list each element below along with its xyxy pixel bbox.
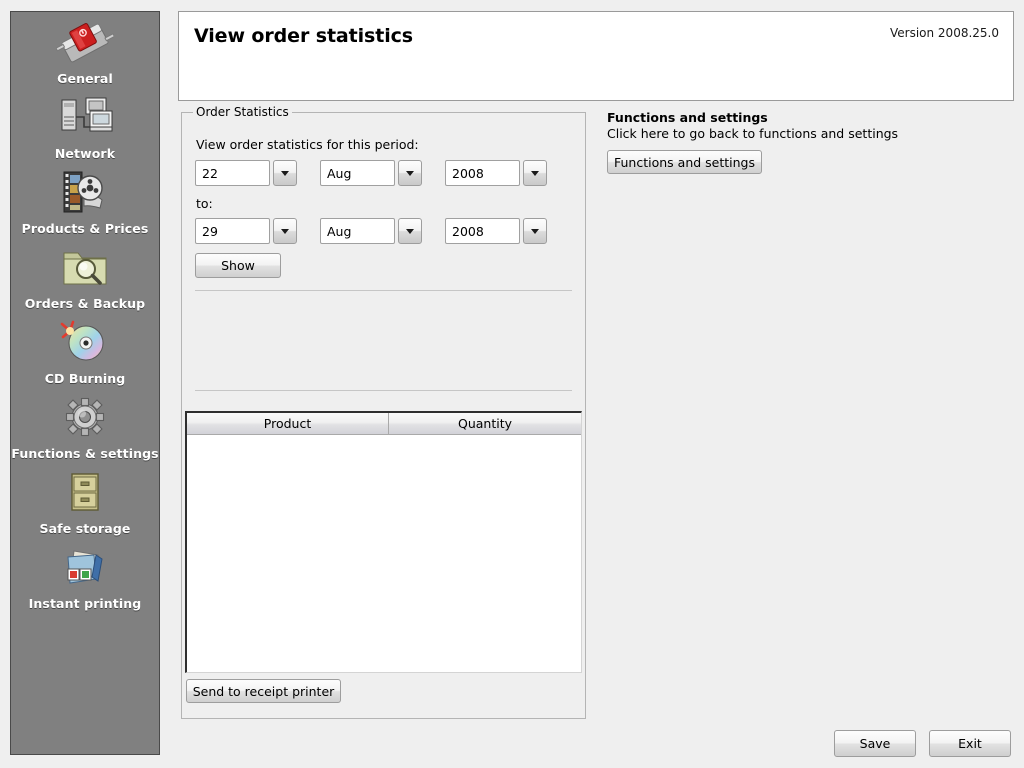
- order-statistics-legend: Order Statistics: [193, 106, 292, 118]
- to-month-combo[interactable]: Aug: [320, 218, 422, 244]
- right-panel: Functions and settings Click here to go …: [607, 110, 1007, 174]
- from-month-dropdown-button[interactable]: [398, 160, 422, 186]
- to-day-combo[interactable]: 29: [195, 218, 297, 244]
- from-month-combo[interactable]: Aug: [320, 160, 422, 186]
- sidebar-item-label: CD Burning: [44, 371, 126, 386]
- to-label: to:: [196, 196, 213, 211]
- cd-disc-icon: [55, 318, 115, 370]
- chevron-down-icon: [406, 228, 414, 234]
- sidebar-item-label: Functions & settings: [11, 446, 159, 461]
- sidebar-item-label: Instant printing: [28, 596, 142, 611]
- page-title: View order statistics: [194, 25, 414, 47]
- table-header-row: Product Quantity: [187, 413, 581, 435]
- show-button[interactable]: Show: [195, 253, 281, 278]
- chevron-down-icon: [406, 170, 414, 176]
- sidebar-item-instant-printing[interactable]: Instant printing: [11, 543, 159, 611]
- to-day-value[interactable]: 29: [195, 218, 270, 244]
- sidebar-item-orders-backup[interactable]: Orders & Backup: [11, 243, 159, 311]
- sidebar-item-general[interactable]: General: [11, 18, 159, 86]
- sidebar-item-products-prices[interactable]: Products & Prices: [11, 168, 159, 236]
- from-year-combo[interactable]: 2008: [445, 160, 547, 186]
- from-day-dropdown-button[interactable]: [273, 160, 297, 186]
- functions-settings-heading: Functions and settings: [607, 110, 768, 125]
- chevron-down-icon: [281, 228, 289, 234]
- from-day-value[interactable]: 22: [195, 160, 270, 186]
- to-month-dropdown-button[interactable]: [398, 218, 422, 244]
- from-day-combo[interactable]: 22: [195, 160, 297, 186]
- sidebar-nav: General Network Products & Prices Orders…: [10, 11, 160, 755]
- filing-cabinet-icon: [55, 468, 115, 520]
- gear-icon: [55, 393, 115, 445]
- functions-and-settings-button[interactable]: Functions and settings: [607, 150, 762, 174]
- functions-settings-subtext: Click here to go back to functions and s…: [607, 126, 899, 141]
- order-statistics-table: Product Quantity: [185, 411, 582, 673]
- sidebar-item-network[interactable]: Network: [11, 93, 159, 161]
- exit-button[interactable]: Exit: [929, 730, 1011, 757]
- from-month-value[interactable]: Aug: [320, 160, 395, 186]
- to-day-dropdown-button[interactable]: [273, 218, 297, 244]
- sidebar-item-functions-settings[interactable]: Functions & settings: [11, 393, 159, 461]
- version-label: Version 2008.25.0: [889, 26, 999, 40]
- header-panel: View order statistics Version 2008.25.0: [178, 11, 1014, 101]
- chevron-down-icon: [531, 170, 539, 176]
- to-year-value[interactable]: 2008: [445, 218, 520, 244]
- to-month-value[interactable]: Aug: [320, 218, 395, 244]
- sidebar-item-label: General: [57, 71, 113, 86]
- sidebar-item-label: Orders & Backup: [24, 296, 146, 311]
- sidebar-item-label: Network: [54, 146, 116, 161]
- save-button[interactable]: Save: [834, 730, 916, 757]
- send-to-receipt-printer-button[interactable]: Send to receipt printer: [186, 679, 341, 703]
- period-label: View order statistics for this period:: [196, 137, 419, 152]
- sidebar-item-label: Products & Prices: [21, 221, 149, 236]
- folder-search-icon: [55, 243, 115, 295]
- from-year-dropdown-button[interactable]: [523, 160, 547, 186]
- table-column-header-product[interactable]: Product: [187, 413, 389, 435]
- power-switch-icon: [55, 18, 115, 70]
- network-computers-icon: [55, 93, 115, 145]
- sidebar-item-safe-storage[interactable]: Safe storage: [11, 468, 159, 536]
- chevron-down-icon: [281, 170, 289, 176]
- sidebar-item-label: Safe storage: [39, 521, 131, 536]
- photos-folder-icon: [55, 543, 115, 595]
- to-year-combo[interactable]: 2008: [445, 218, 547, 244]
- sidebar-item-cd-burning[interactable]: CD Burning: [11, 318, 159, 386]
- separator-top: [195, 290, 572, 291]
- filmstrip-reel-icon: [55, 168, 115, 220]
- chevron-down-icon: [531, 228, 539, 234]
- separator-bottom: [195, 390, 572, 391]
- table-column-header-quantity[interactable]: Quantity: [389, 413, 581, 435]
- table-body[interactable]: [187, 435, 581, 672]
- from-year-value[interactable]: 2008: [445, 160, 520, 186]
- to-year-dropdown-button[interactable]: [523, 218, 547, 244]
